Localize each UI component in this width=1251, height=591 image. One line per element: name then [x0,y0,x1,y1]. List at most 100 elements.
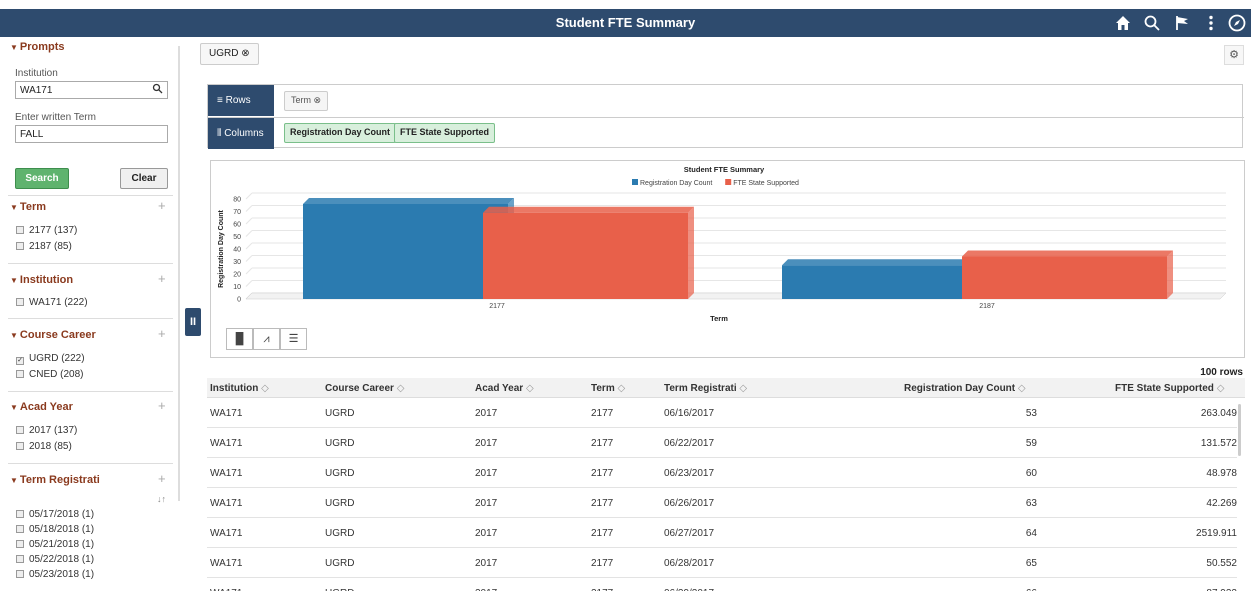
rows-label: Rows [225,95,251,106]
column-field-chip[interactable]: Registration Day Count [284,123,397,143]
y-tick-label: 60 [233,222,241,229]
table-cell: 2177 [591,468,614,479]
column-header[interactable]: Institution ◇ [210,383,269,394]
facet-checkbox[interactable]: 2177 (137) [16,225,77,236]
row-chip-label: Term [291,95,311,105]
table-cell: WA171 [210,498,243,509]
home-icon[interactable] [1113,13,1133,33]
facet-checkbox[interactable]: 2017 (137) [16,425,77,436]
legend-label: FTE State Supported [733,180,799,187]
hamburger-icon: ≡ [217,95,223,106]
column-header[interactable]: Course Career ◇ [325,383,404,394]
legend-swatch [725,179,732,185]
term-facet-header[interactable]: ▼ Term [10,201,46,213]
search-icon[interactable] [1142,13,1162,33]
course-career-facet-header[interactable]: ▼ Course Career [10,329,96,341]
facet-item-label: 05/18/2018 (1) [29,524,95,535]
add-icon[interactable]: + [158,326,166,341]
collapse-caret-icon: ▼ [10,203,18,212]
table-cell: WA171 [210,528,243,539]
x-axis-label: Term [710,314,728,323]
column-header-label: Registration Day Count [904,383,1016,394]
table-cell: WA171 [210,438,243,449]
collapse-caret-icon: ▼ [10,476,18,485]
add-icon[interactable]: + [158,271,166,286]
checkbox-icon [16,510,24,518]
clear-button[interactable]: Clear [120,168,168,189]
collapse-panel-button[interactable]: II [185,308,201,336]
column-header[interactable]: FTE State Supported ◇ [1115,383,1224,394]
table-scrollbar[interactable] [1238,404,1241,456]
facet-checkbox[interactable]: 05/23/2018 (1) [16,569,94,580]
left-panel-scrollbar[interactable] [178,46,180,501]
columns-header: ⦀ Columns [208,118,274,149]
gridline-diagonal [245,217,253,225]
bar [782,265,987,299]
add-icon[interactable]: + [158,398,166,413]
top-banner: Student FTE Summary [0,9,1251,37]
column-header[interactable]: Acad Year ◇ [475,383,534,394]
filter-chip[interactable]: UGRD ⊗ [200,43,259,65]
bar-chart-icon[interactable]: ▐▌ [226,328,253,350]
table-cell: 2177 [591,408,614,419]
institution-facet-title: Institution [19,274,74,286]
remove-filter-icon[interactable]: ⊗ [241,48,249,59]
x-tick-label: 2177 [489,303,505,310]
gridline-diagonal [245,267,253,275]
table-cell: 2017 [475,528,498,539]
facet-checkbox[interactable]: 2187 (85) [16,241,72,252]
term-field[interactable]: FALL [15,125,168,143]
institution-field[interactable]: WA171 [15,81,168,99]
x-tick-label: 2187 [979,303,995,310]
sort-icon: ◇ [1216,383,1225,394]
facet-checkbox[interactable]: 05/21/2018 (1) [16,539,94,550]
checkbox-checked-icon: ✓ [16,357,24,365]
institution-facet-header[interactable]: ▼ Institution [10,274,73,286]
facet-checkbox[interactable]: CNED (208) [16,369,83,380]
column-header[interactable]: Term Registrati ◇ [664,383,747,394]
line-chart-icon[interactable]: ⩘ [253,328,280,350]
table-row[interactable]: WA171 UGRD 2017 2177 06/22/2017 59 131.572 [207,429,1237,458]
remove-field-icon[interactable]: ⊗ [314,95,322,105]
table-row[interactable]: WA171 UGRD 2017 2177 06/26/2017 63 42.269 [207,489,1237,518]
y-tick-label: 30 [233,259,241,266]
facet-checkbox[interactable]: ✓ UGRD (222) [16,353,85,365]
column-header[interactable]: Registration Day Count ◇ [904,383,1026,394]
compass-icon[interactable] [1227,13,1247,33]
sort-icon: ◇ [617,383,626,394]
row-field-chip[interactable]: Term ⊗ [284,91,329,111]
gridline-diagonal [245,280,253,287]
column-field-chip[interactable]: FTE State Supported [394,123,496,143]
sort-ascending-icon[interactable]: ↓↑ [157,494,166,504]
table-row[interactable]: WA171 UGRD 2017 2177 06/28/2017 65 50.552 [207,549,1237,578]
table-cell: 2017 [475,438,498,449]
gear-icon[interactable]: ⚙ [1224,45,1244,65]
checkbox-icon [16,555,24,563]
facet-checkbox[interactable]: 05/17/2018 (1) [16,509,94,520]
checkbox-icon [16,298,24,306]
facet-checkbox[interactable]: 2018 (85) [16,441,72,452]
prompts-header[interactable]: ▼ Prompts [10,41,65,53]
search-button[interactable]: Search [15,168,69,189]
add-icon[interactable]: + [158,198,166,213]
bar-side [1167,250,1173,299]
facet-checkbox[interactable]: 05/22/2018 (1) [16,554,94,565]
filter-chip-label: UGRD [209,48,239,59]
table-row[interactable]: WA171 UGRD 2017 2177 06/23/2017 60 48.978 [207,459,1237,488]
horizontal-bar-icon[interactable]: ☰ [280,328,307,350]
table-row[interactable]: WA171UGRD2017217706/29/20176687.922 [207,579,1237,591]
lookup-search-icon[interactable] [152,83,163,97]
add-icon[interactable]: + [158,471,166,486]
flag-icon[interactable] [1172,13,1192,33]
table-row[interactable]: WA171 UGRD 2017 2177 06/27/2017 64 2519.911 [207,519,1237,548]
table-row[interactable]: WA171 UGRD 2017 2177 06/16/2017 53 263.049 [207,399,1237,428]
term-registrati-facet-header[interactable]: ▼ Term Registrati [10,474,100,486]
facet-item-label: 05/22/2018 (1) [29,554,95,565]
term-prompt-label: Enter written Term [15,112,96,123]
divider [8,263,173,264]
facet-checkbox[interactable]: WA171 (222) [16,297,88,308]
facet-checkbox[interactable]: 05/18/2018 (1) [16,524,94,535]
acad-year-facet-header[interactable]: ▼ Acad Year [10,401,73,413]
column-header[interactable]: Term ◇ [591,383,625,394]
more-vertical-icon[interactable] [1201,13,1221,33]
